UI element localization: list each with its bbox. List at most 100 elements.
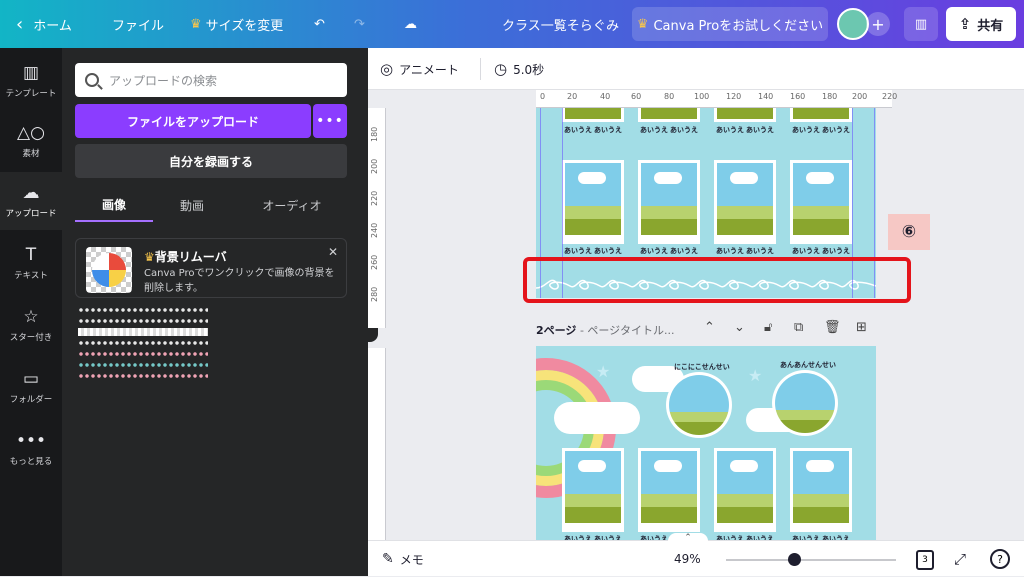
photo-frame[interactable] <box>638 448 700 532</box>
student-name: あいうえ <box>670 247 698 255</box>
help-icon[interactable]: ? <box>990 549 1010 569</box>
design-title[interactable]: クラス一覧そらぐみ <box>502 0 619 48</box>
ruler-tick: 200 <box>370 158 379 174</box>
share-button[interactable]: ⇪ 共有 <box>946 7 1016 41</box>
photo-frame[interactable] <box>562 448 624 532</box>
avatar[interactable] <box>837 8 869 40</box>
cloud-shape <box>806 460 834 472</box>
uploaded-image-thumbnail[interactable] <box>78 306 208 396</box>
zoom-slider-handle[interactable] <box>788 553 801 566</box>
file-menu[interactable]: ファイル <box>112 0 164 48</box>
redo-icon[interactable]: ↷ <box>354 0 365 48</box>
rail-more[interactable]: ••• もっと見る <box>0 420 62 478</box>
left-ruler-page2 <box>368 348 386 540</box>
photo-frame[interactable] <box>714 160 776 244</box>
chevron-down-icon[interactable]: ⌄ <box>734 320 745 335</box>
top-ruler: 0 20 40 60 80 100 120 140 160 180 200 22… <box>536 90 897 108</box>
background-remover-promo[interactable]: ♛背景リムーバ Canva Proでワンクリックで画像の背景を削除します。 ✕ <box>75 238 347 298</box>
rail-starred[interactable]: ☆ スター付き <box>0 296 62 354</box>
upload-file-button[interactable]: ファイルをアップロード <box>75 104 311 138</box>
share-label: 共有 <box>977 18 1004 34</box>
resize-button[interactable]: ♛ サイズを変更 <box>190 0 283 48</box>
close-icon[interactable]: ✕ <box>328 245 338 259</box>
tab-images[interactable]: 画像 <box>75 188 153 222</box>
ruler-tick: 200 <box>852 92 868 101</box>
add-member-icon[interactable]: + <box>866 12 890 36</box>
canvas-area[interactable]: 0 20 40 60 80 100 120 140 160 180 200 22… <box>368 90 1024 540</box>
toolbar-divider <box>480 58 481 80</box>
record-yourself-button[interactable]: 自分を録画する <box>75 144 347 178</box>
lock-icon[interactable]: 🔓︎ <box>764 320 772 335</box>
tab-videos[interactable]: 動画 <box>157 188 227 222</box>
tab-audio[interactable]: オーディオ <box>242 188 342 222</box>
insights-icon[interactable]: ▥ <box>904 7 938 41</box>
step-annotation: ⑥ <box>888 214 930 250</box>
cloud-saved-icon[interactable]: ☁ <box>404 0 417 48</box>
chevron-up-icon[interactable]: ⌃ <box>704 320 715 335</box>
animate-button[interactable]: ◎ アニメート <box>380 48 459 90</box>
teacher-photo-frame[interactable] <box>666 372 732 438</box>
ruler-tick: 60 <box>631 92 642 101</box>
rail-folders[interactable]: ▭ フォルダー <box>0 358 62 416</box>
duplicate-icon[interactable]: ⧉ <box>794 320 803 335</box>
ruler-tick: 180 <box>370 126 379 142</box>
teacher-name: にこにこせんせい <box>674 363 730 371</box>
rail-label: テキスト <box>14 271 48 281</box>
notes-icon: ✎ <box>382 551 394 567</box>
rail-label: 素材 <box>22 149 40 159</box>
more-icon: ••• <box>15 431 47 451</box>
ruler-tick: 140 <box>758 92 774 101</box>
rail-label: テンプレート <box>5 89 57 99</box>
search-placeholder: アップロードの検索 <box>109 73 218 88</box>
rail-text[interactable]: T テキスト <box>0 234 62 292</box>
uploads-panel: アップロードの検索 ファイルをアップロード ••• 自分を録画する 画像 動画 … <box>62 48 368 576</box>
rail-templates[interactable]: ▥ テンプレート <box>0 52 62 110</box>
teacher-photo-frame[interactable] <box>772 370 838 436</box>
rail-label: もっと見る <box>9 457 53 467</box>
animate-label: アニメート <box>399 62 459 77</box>
crown-icon: ♛ <box>144 250 155 264</box>
promo-thumbnail <box>86 247 132 293</box>
ruler-tick: 220 <box>370 190 379 206</box>
page-count-icon[interactable]: 3 <box>916 550 934 570</box>
rail-label: スター付き <box>9 333 53 343</box>
ruler-tick: 0 <box>540 92 546 101</box>
photo-frame[interactable] <box>790 160 852 244</box>
cloud-shape <box>654 460 682 472</box>
notes-label: メモ <box>399 552 424 567</box>
top-bar: ‹ ホーム ファイル ♛ サイズを変更 ↶ ↷ ☁ クラス一覧そらぐみ ♛ Canva… <box>0 0 1024 48</box>
ruler-tick: 260 <box>370 254 379 270</box>
photo-frame[interactable] <box>562 160 624 244</box>
more-options-icon[interactable]: ••• <box>313 104 347 138</box>
cloud-shape <box>730 172 758 184</box>
page-2-title[interactable]: 2ページ - ページタイトル... <box>536 322 674 338</box>
notes-button[interactable]: ✎ メモ <box>382 541 424 577</box>
ruler-tick: 280 <box>370 286 379 302</box>
ruler-tick: 220 <box>882 92 898 101</box>
try-pro-button[interactable]: ♛ Canva Proをお試しください <box>632 7 828 41</box>
photo-frame-top <box>790 108 852 122</box>
star-graphic: ★ <box>596 362 611 381</box>
zoom-slider[interactable] <box>726 559 896 561</box>
search-input[interactable]: アップロードの検索 <box>75 63 347 97</box>
rail-elements[interactable]: △○ 素材 <box>0 112 62 170</box>
fullscreen-icon[interactable]: ⤢ <box>954 541 966 577</box>
undo-icon[interactable]: ↶ <box>314 0 325 48</box>
ruler-tick: 240 <box>370 222 379 238</box>
student-name: あいうえ <box>716 247 744 255</box>
photo-frame[interactable] <box>714 448 776 532</box>
photo-placeholder <box>669 375 729 435</box>
add-page-icon[interactable]: ⊞ <box>856 320 867 335</box>
rail-uploads[interactable]: ☁ アップロード <box>0 172 62 230</box>
cloud-shape <box>806 172 834 184</box>
trash-icon[interactable]: 🗑︎ <box>824 320 841 335</box>
promo-title-text: 背景リムーバ <box>154 250 227 264</box>
zoom-value[interactable]: 49% <box>674 541 701 577</box>
student-name: あいうえ <box>594 247 622 255</box>
page-2[interactable]: ★ ★ にこにこせんせい あんあんせんせい あいうえ あいうえ あいうえ あいう… <box>536 346 876 540</box>
photo-frame[interactable] <box>638 160 700 244</box>
student-name: あいうえ <box>564 247 592 255</box>
photo-frame[interactable] <box>790 448 852 532</box>
home-button[interactable]: ‹ ホーム <box>16 0 72 48</box>
duration-button[interactable]: ◷ 5.0秒 <box>494 48 544 90</box>
